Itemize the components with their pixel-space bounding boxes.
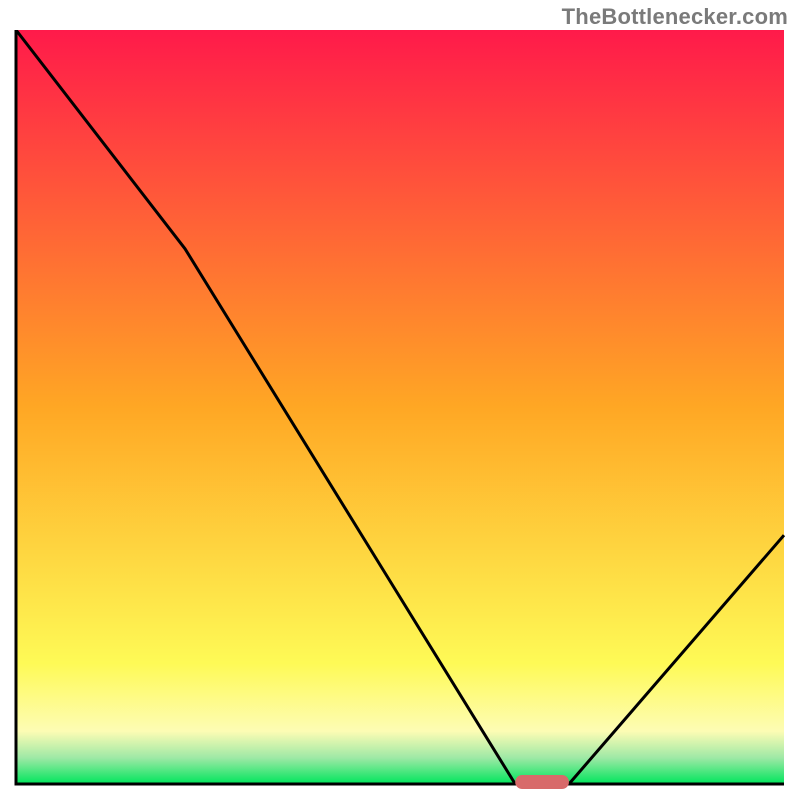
chart-background — [16, 30, 784, 784]
bottleneck-chart — [10, 30, 790, 790]
optimal-range-marker — [515, 775, 569, 789]
attribution-text: TheBottlenecker.com — [562, 4, 788, 30]
chart-svg — [10, 30, 790, 790]
